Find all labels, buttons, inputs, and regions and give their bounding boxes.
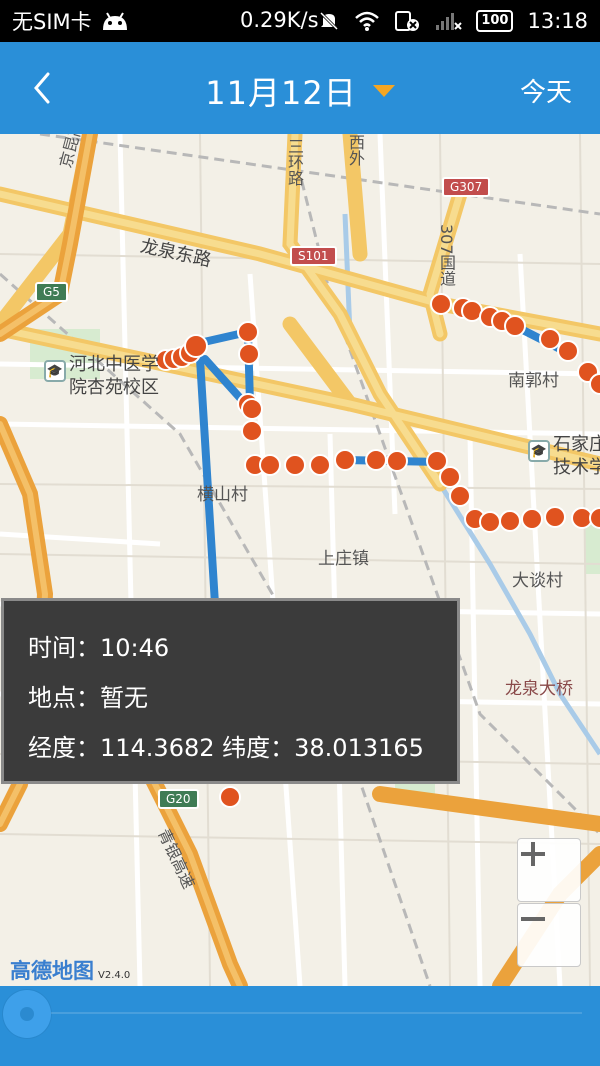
info-coordinates: 经度：114.3682 纬度：38.013165 (28, 734, 424, 762)
shield-g20: G20 (158, 789, 199, 809)
road-label-307: 307国道 (437, 224, 456, 287)
top-navigation-bar: 11月12日 今天 (0, 42, 600, 134)
android-icon (100, 10, 130, 32)
triangle-down-icon (372, 85, 395, 97)
timeline-slider-thumb[interactable] (3, 990, 51, 1038)
school-icon: 🎓 (528, 440, 550, 462)
amap-logo: 高德地图 V2.4.0 (10, 955, 130, 985)
shield-g307: G307 (442, 177, 491, 197)
logo-name: 高德地图 (10, 959, 94, 983)
map-view[interactable]: 京昆高速 龙泉东路 三环路 西外 G307 S101 307国道 G5 G20 … (0, 134, 600, 986)
date-selector[interactable]: 11月12日 (0, 68, 600, 114)
info-time: 时间：10:46 (28, 634, 170, 662)
location-info-popup[interactable]: 时间：10:46 地点：暂无 经度：114.3682 纬度：38.013165 (1, 598, 460, 784)
shield-s101: S101 (290, 246, 337, 266)
wifi-icon (354, 11, 380, 31)
network-speed: 0.29K/s (240, 8, 319, 32)
mute-icon (318, 10, 340, 32)
place-shijiazhuang-2: 技术学 (553, 457, 600, 478)
sim-off-icon (394, 10, 420, 32)
battery-icon: 100 (476, 10, 514, 32)
clock: 13:18 (527, 9, 588, 33)
timeline-bar (0, 986, 600, 1066)
place-shangzhuang: 上庄镇 (318, 549, 369, 569)
place-nanguo: 南郭村 (508, 371, 559, 391)
today-button[interactable]: 今天 (520, 72, 572, 109)
place-longquan-bridge: 龙泉大桥 (505, 679, 573, 699)
zoom-out-button[interactable] (517, 903, 581, 967)
plus-icon (521, 842, 545, 866)
signal-icon (434, 11, 463, 31)
place-hebei-tcm-2: 院杏苑校区 (69, 377, 159, 398)
place-hengshan: 横山村 (197, 485, 248, 505)
road-label-sanhuan: 三环路 (285, 138, 304, 186)
status-bar: 无SIM卡 0.29K/s 100 13:18 (0, 0, 600, 42)
shield-g5: G5 (35, 282, 68, 302)
school-icon: 🎓 (44, 360, 66, 382)
date-label: 11月12日 (205, 74, 357, 112)
logo-version: V2.4.0 (98, 970, 131, 981)
road-label-xiwai: 西外 (346, 134, 365, 166)
info-place: 地点：暂无 (28, 684, 148, 712)
minus-icon (521, 917, 545, 921)
timeline-track[interactable] (26, 1012, 582, 1014)
place-datan: 大谈村 (512, 571, 563, 591)
zoom-in-button[interactable] (517, 838, 581, 902)
carrier-text: 无SIM卡 (12, 10, 92, 34)
